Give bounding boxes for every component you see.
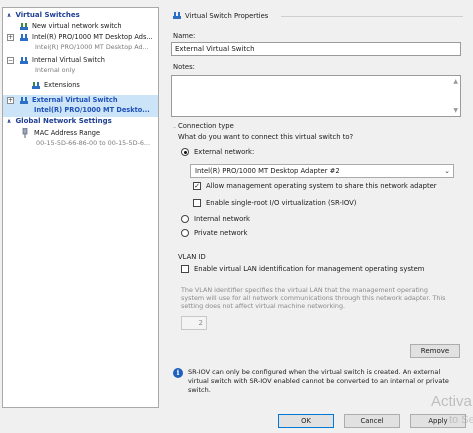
expand-toggle[interactable]: +	[7, 34, 14, 41]
virtual-switches-header[interactable]: ∧ Virtual Switches	[5, 10, 80, 20]
sriov-label: Enable single-root I/O virtualization (S…	[206, 199, 357, 207]
external-network-label: External network:	[194, 148, 255, 156]
tree-item-mac-range[interactable]: MAC Address Range 00-15-5D-66-86-00 to 0…	[3, 128, 158, 149]
chevron-down-icon: ⌄	[444, 167, 450, 175]
allow-mgmt-checkbox[interactable]: ✓	[193, 182, 201, 190]
properties-panel: Virtual Switch Properties Name: External…	[165, 7, 471, 408]
network-switch-icon	[172, 11, 181, 19]
external-network-radio[interactable]	[181, 148, 189, 156]
sriov-info-text: SR-IOV can only be configured when the v…	[188, 368, 441, 376]
connection-question: What do you want to connect this virtual…	[178, 133, 354, 141]
activation-watermark: Activa	[431, 393, 472, 410]
vlan-description: system will use for all network communic…	[181, 294, 446, 302]
tree-item-switch-intel[interactable]: + Intel(R) PRO/1000 MT Desktop Ads... In…	[3, 32, 158, 53]
cancel-button[interactable]: Cancel	[344, 414, 400, 428]
add-switch-icon	[19, 22, 28, 30]
network-switch-icon	[19, 33, 28, 41]
tree-item-new-switch[interactable]: New virtual network switch	[3, 21, 158, 31]
allow-mgmt-label: Allow management operating system to sha…	[206, 182, 437, 190]
vlan-id-field[interactable]: 2	[181, 316, 207, 330]
name-label: Name:	[173, 32, 196, 40]
expand-toggle[interactable]: +	[7, 97, 14, 104]
ok-button[interactable]: OK	[278, 414, 334, 428]
switch-tree[interactable]: ∧ Virtual Switches New virtual network s…	[2, 7, 159, 408]
activation-watermark: to Se	[449, 414, 473, 426]
global-network-settings-header[interactable]: ∧ Global Network Settings	[5, 116, 112, 126]
tree-item-switch-internal[interactable]: − Internal Virtual Switch Internal only	[3, 55, 158, 76]
notes-label: Notes:	[173, 63, 195, 71]
sriov-checkbox[interactable]	[193, 199, 201, 207]
tree-item-switch-external[interactable]: + External Virtual Switch Intel(R) PRO/1…	[3, 95, 158, 116]
vlan-label: VLAN ID	[178, 253, 206, 261]
network-switch-icon	[19, 96, 28, 104]
sriov-info-text: switch.	[188, 386, 211, 394]
extensions-icon	[31, 81, 40, 89]
tree-item-extensions[interactable]: Extensions	[3, 80, 158, 90]
enable-vlan-checkbox[interactable]	[181, 265, 189, 273]
vlan-description: The VLAN identifier specifies the virtua…	[181, 286, 428, 294]
collapse-chevron-icon[interactable]: ∧	[5, 11, 13, 21]
collapse-toggle[interactable]: −	[7, 57, 14, 64]
collapse-chevron-icon[interactable]: ∧	[5, 117, 13, 127]
section-title: Virtual Switch Properties	[185, 12, 269, 20]
network-adapter-icon	[21, 128, 30, 138]
private-network-label: Private network	[194, 229, 248, 237]
private-network-radio[interactable]	[181, 229, 189, 237]
network-switch-icon	[19, 56, 28, 64]
scroll-down-icon[interactable]: ▼	[453, 106, 458, 115]
vlan-description: setting does not affect virtual machine …	[181, 302, 346, 310]
internal-network-label: Internal network	[194, 215, 250, 223]
divider	[281, 16, 463, 17]
adapter-select[interactable]: Intel(R) PRO/1000 MT Desktop Adapter #2 …	[190, 164, 454, 178]
name-field[interactable]: External Virtual Switch	[171, 42, 461, 56]
connection-type-label: Connection type	[178, 122, 234, 130]
sriov-info-text: virtual switch with SR-IOV enabled canno…	[188, 377, 449, 385]
remove-button[interactable]: Remove	[410, 344, 460, 358]
enable-vlan-label: Enable virtual LAN identification for ma…	[194, 265, 425, 273]
divider	[173, 127, 176, 128]
internal-network-radio[interactable]	[181, 215, 189, 223]
info-icon: i	[173, 368, 183, 378]
scroll-up-icon[interactable]: ▲	[453, 77, 458, 86]
notes-field[interactable]: ▲ ▼	[171, 75, 461, 117]
